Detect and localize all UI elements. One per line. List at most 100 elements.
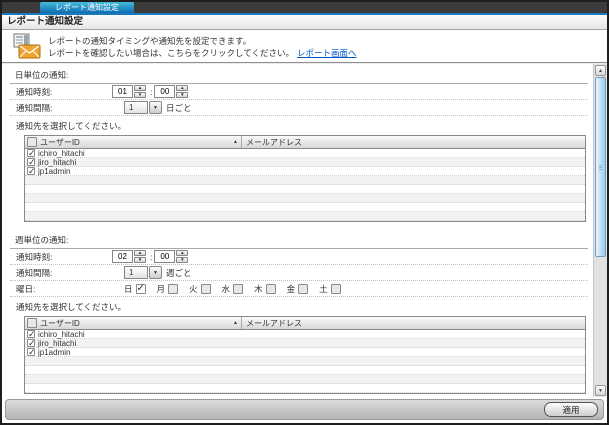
daily-hour-input[interactable] xyxy=(112,85,133,98)
daily-section-title: 日単位の通知: xyxy=(10,66,588,84)
weekday-name: 火 xyxy=(189,283,198,294)
weekly-hour-down-button[interactable]: ▼ xyxy=(134,257,146,263)
sort-ascending-icon[interactable]: ▲ xyxy=(233,139,238,145)
table-row-empty[interactable] xyxy=(25,176,585,185)
table-row-empty[interactable] xyxy=(25,375,585,384)
tab-report-notification-settings[interactable]: レポート通知設定 xyxy=(40,2,134,13)
intro-line1: レポートの通知タイミングや通知先を設定できます。 xyxy=(48,36,252,46)
table-row-empty[interactable] xyxy=(25,357,585,366)
report-notification-settings-window: レポート通知設定 レポート通知設定 レポートの通知タイミングや通知先を設定できま… xyxy=(0,0,609,425)
sort-ascending-icon[interactable]: ▲ xyxy=(233,320,238,326)
email-column-header[interactable]: メールアドレス xyxy=(242,318,585,329)
table-row[interactable]: jp1admin xyxy=(25,347,585,358)
user-id-column-header[interactable]: ユーザーID xyxy=(40,137,80,148)
weekly-interval-unit: 週ごと xyxy=(166,267,192,278)
row-checkbox[interactable] xyxy=(27,338,36,349)
time-separator: : xyxy=(150,86,153,97)
weekday-name: 日 xyxy=(124,283,133,294)
row-checkbox[interactable] xyxy=(27,166,36,177)
daily-interval-row: 通知間隔: 1 ▼ 日ごと xyxy=(10,100,588,116)
intro-line2-text: レポートを確認したい場合は、こちらをクリックしてください。 xyxy=(48,48,294,58)
weekday-checkbox-thu[interactable] xyxy=(265,283,276,294)
user-id-cell: ichiro_hitachi xyxy=(38,148,85,158)
weekday-checkbox-mon[interactable] xyxy=(168,283,179,294)
dropdown-arrow-icon[interactable]: ▼ xyxy=(149,266,162,279)
weekday-checkbox-sat[interactable] xyxy=(330,283,341,294)
table-row-empty[interactable] xyxy=(25,384,585,393)
user-id-column-header[interactable]: ユーザーID xyxy=(40,318,80,329)
daily-minute-down-button[interactable]: ▼ xyxy=(176,92,189,98)
table-row-empty[interactable] xyxy=(25,194,585,203)
user-id-cell: jiro_hitachi xyxy=(38,338,77,348)
weekday-checkbox-tue[interactable] xyxy=(200,283,211,294)
daily-table-header: ユーザーID ▲ メールアドレス xyxy=(25,136,585,149)
tab-bar: レポート通知設定 xyxy=(2,2,607,13)
row-checkbox[interactable] xyxy=(27,148,36,159)
scroll-down-icon[interactable]: ▼ xyxy=(595,385,606,396)
daily-select-destination-label: 通知先を選択してください。 xyxy=(16,121,126,131)
weekday-item: 月 xyxy=(157,283,179,295)
weekday-item: 土 xyxy=(319,283,341,295)
scrollbar-thumb[interactable] xyxy=(595,77,606,257)
weekday-name: 月 xyxy=(156,283,166,294)
table-row-empty[interactable] xyxy=(25,366,585,375)
weekly-minute-down-button[interactable]: ▼ xyxy=(176,257,189,263)
daily-select-all-checkbox[interactable] xyxy=(27,137,37,147)
weekday-checkbox-wed[interactable] xyxy=(233,283,244,294)
weekday-item: 日 xyxy=(124,283,146,295)
weekday-item: 火 xyxy=(189,283,211,295)
row-checkbox[interactable] xyxy=(27,329,36,340)
weekly-table-header: ユーザーID ▲ メールアドレス xyxy=(25,317,585,330)
user-id-cell: jp1admin xyxy=(38,166,71,176)
daily-minute-up-button[interactable]: ▲ xyxy=(176,85,189,91)
weekday-item: 水 xyxy=(222,283,244,295)
weekly-interval-select[interactable]: 1 ▼ xyxy=(124,266,162,279)
report-mail-icon xyxy=(12,33,42,59)
page-title: レポート通知設定 xyxy=(2,15,607,30)
daily-user-table: ユーザーID ▲ メールアドレス ichiro_hitachijiro_hita… xyxy=(24,135,586,222)
daily-table-body: ichiro_hitachijiro_hitachijp1admin xyxy=(25,148,585,221)
weekday-checkbox-fri[interactable] xyxy=(298,283,309,294)
report-screen-link[interactable]: レポート画面へ xyxy=(297,48,357,58)
row-checkbox[interactable] xyxy=(27,157,36,168)
weekday-item: 木 xyxy=(254,283,276,295)
daily-hour-down-button[interactable]: ▼ xyxy=(134,92,146,98)
weekday-name: 金 xyxy=(286,283,296,294)
daily-hour-up-button[interactable]: ▲ xyxy=(134,85,146,91)
daily-interval-label: 通知間隔: xyxy=(16,102,53,113)
weekly-hour-input[interactable] xyxy=(112,250,133,263)
intro-line2: レポートを確認したい場合は、こちらをクリックしてください。 レポート画面へ xyxy=(48,47,357,59)
weekly-section-title: 週単位の通知: xyxy=(10,231,588,249)
row-checkbox[interactable] xyxy=(27,347,36,358)
daily-interval-unit: 日ごと xyxy=(166,102,192,113)
scrollbar-grip xyxy=(599,164,602,170)
daily-minute-input[interactable] xyxy=(154,85,176,98)
vertical-scrollbar[interactable]: ▲ ▼ xyxy=(593,64,607,397)
weekly-hour-up-button[interactable]: ▲ xyxy=(134,250,146,256)
scroll-up-icon[interactable]: ▲ xyxy=(595,65,606,76)
daily-time-row: 通知時刻: ▲ ▼ : ▲ ▼ xyxy=(10,84,588,100)
user-id-cell: jp1admin xyxy=(38,347,71,357)
dropdown-arrow-icon[interactable]: ▼ xyxy=(149,101,162,114)
weekday-item: 金 xyxy=(287,283,309,295)
weekday-name: 土 xyxy=(319,283,328,294)
table-row-empty[interactable] xyxy=(25,212,585,221)
table-row-empty[interactable] xyxy=(25,185,585,194)
weekly-select-destination-label: 通知先を選択してください。 xyxy=(16,302,126,312)
user-id-cell: jiro_hitachi xyxy=(38,157,77,167)
weekly-minute-up-button[interactable]: ▲ xyxy=(176,250,189,256)
table-row-empty[interactable] xyxy=(25,203,585,212)
apply-button[interactable]: 適用 xyxy=(544,402,598,417)
weekday-name: 水 xyxy=(221,283,231,294)
footer: 適用 xyxy=(2,397,607,423)
weekly-select-all-checkbox[interactable] xyxy=(27,318,37,328)
email-column-header[interactable]: メールアドレス xyxy=(242,137,585,148)
settings-scroll-area: 日単位の通知: 通知時刻: ▲ ▼ : ▲ ▼ xyxy=(2,63,607,397)
table-row[interactable]: jp1admin xyxy=(25,166,585,177)
weekly-notification-section: 週単位の通知: 通知時刻: ▲ ▼ : ▲ ▼ xyxy=(10,231,588,394)
daily-interval-select[interactable]: 1 ▼ xyxy=(124,101,162,114)
weekday-checkbox-sun[interactable] xyxy=(135,283,146,294)
time-separator: : xyxy=(150,251,153,262)
intro-panel: レポートの通知タイミングや通知先を設定できます。 レポートを確認したい場合は、こ… xyxy=(2,30,607,63)
weekly-minute-input[interactable] xyxy=(154,250,176,263)
